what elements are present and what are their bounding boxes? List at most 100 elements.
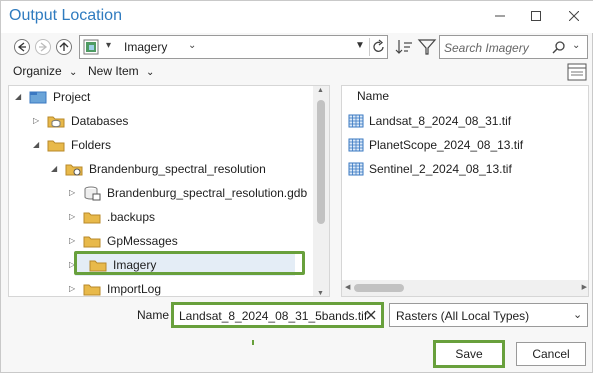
tree-item[interactable]: ◢ Brandenburg_spectral_resolution bbox=[9, 158, 309, 180]
back-button[interactable] bbox=[14, 39, 30, 55]
cancel-label: Cancel bbox=[532, 347, 570, 361]
marker-dot bbox=[252, 340, 254, 345]
close-button[interactable] bbox=[561, 5, 587, 27]
search-placeholder: Search Imagery bbox=[444, 41, 529, 55]
tree-item-icon bbox=[83, 185, 101, 201]
file-label: PlanetScope_2024_08_13.tif bbox=[369, 138, 524, 152]
tree-scroll-thumb[interactable] bbox=[317, 100, 325, 224]
file-label: Sentinel_2_2024_08_13.tif bbox=[369, 162, 512, 176]
tree-item[interactable]: ◢ Project bbox=[9, 86, 309, 108]
contents-scrollbar[interactable]: ◀ ▶ bbox=[342, 280, 588, 296]
address-bar[interactable]: ▾ Imagery ⌄ ▼ bbox=[79, 35, 388, 59]
file-type-select[interactable]: Rasters (All Local Types) ⌄ bbox=[389, 303, 588, 327]
details-panel-icon[interactable] bbox=[567, 63, 587, 81]
tree-item[interactable]: ▷ ImportLog bbox=[9, 278, 309, 296]
search-dropdown-icon[interactable]: ⌄ bbox=[572, 40, 580, 51]
address-item-chevron-icon[interactable]: ⌄ bbox=[188, 40, 196, 51]
tree-item[interactable]: ▷ Databases bbox=[9, 110, 309, 132]
minimize-button[interactable] bbox=[487, 5, 513, 27]
toolbar: Organize ⌄ New Item ⌄ bbox=[1, 63, 593, 83]
folder-icon bbox=[47, 140, 65, 152]
tree-item-label: GpMessages bbox=[107, 234, 178, 248]
sort-icon[interactable] bbox=[394, 37, 414, 57]
project-icon bbox=[29, 91, 47, 104]
tree-item[interactable]: ◢ Folders bbox=[9, 134, 309, 156]
tree-item-label: .backups bbox=[107, 210, 156, 224]
address-chevron-icon: ▾ bbox=[106, 40, 112, 51]
file-type-value: Rasters (All Local Types) bbox=[396, 309, 530, 323]
expand-icon[interactable]: ▷ bbox=[69, 188, 77, 198]
location-icon bbox=[83, 39, 99, 55]
collapse-icon[interactable]: ◢ bbox=[51, 164, 59, 174]
tree-item-label: Folders bbox=[71, 138, 112, 152]
name-column-header[interactable]: Name bbox=[357, 89, 389, 103]
filter-icon[interactable] bbox=[417, 37, 437, 57]
expand-icon[interactable]: ▷ bbox=[33, 116, 41, 126]
file-type-chevron-icon: ⌄ bbox=[573, 309, 583, 321]
refresh-icon[interactable] bbox=[372, 39, 386, 55]
list-item[interactable]: PlanetScope_2024_08_13.tif bbox=[348, 134, 578, 156]
folder-icon bbox=[83, 212, 101, 224]
tree-item-label: Project bbox=[53, 90, 91, 104]
title-bar: Output Location bbox=[1, 1, 593, 33]
expand-icon[interactable]: ▷ bbox=[69, 212, 77, 222]
name-field[interactable]: Landsat_8_2024_08_31_5bands.tif bbox=[171, 302, 384, 328]
up-button[interactable] bbox=[56, 39, 72, 55]
folder-connection-icon bbox=[65, 164, 83, 176]
list-item[interactable]: Landsat_8_2024_08_31.tif bbox=[348, 110, 578, 132]
contents-scroll-thumb[interactable] bbox=[354, 284, 404, 292]
database-folder-icon bbox=[47, 116, 65, 128]
tree-scrollbar[interactable]: ▲ ▼ bbox=[313, 86, 329, 296]
maximize-button[interactable] bbox=[523, 5, 549, 27]
organize-chevron-icon: ⌄ bbox=[69, 67, 78, 78]
tree-item[interactable]: ▷ GpMessages bbox=[9, 230, 309, 252]
file-label: Landsat_8_2024_08_31.tif bbox=[369, 114, 512, 128]
collapse-icon[interactable]: ◢ bbox=[15, 92, 23, 102]
scroll-left-icon[interactable]: ◀ bbox=[345, 283, 350, 291]
arrow-right-icon bbox=[39, 42, 48, 52]
scroll-up-icon[interactable]: ▲ bbox=[317, 87, 324, 94]
minimize-icon bbox=[495, 15, 505, 17]
clear-icon[interactable] bbox=[366, 310, 376, 320]
raster-icon bbox=[348, 162, 364, 176]
name-label: Name bbox=[137, 308, 170, 322]
collapse-icon[interactable]: ◢ bbox=[33, 140, 41, 150]
folder-icon bbox=[83, 236, 101, 248]
tree-item-icon bbox=[65, 161, 83, 177]
list-item[interactable]: Sentinel_2_2024_08_13.tif bbox=[348, 158, 578, 180]
raster-icon bbox=[348, 114, 364, 128]
output-location-dialog: Output Location ▾ Imagery ⌄ ▼ Search Ima… bbox=[0, 0, 593, 373]
tree-item-icon bbox=[83, 281, 101, 296]
forward-button[interactable] bbox=[35, 39, 51, 55]
new-item-menu[interactable]: New Item ⌄ bbox=[88, 64, 154, 78]
tree-item-icon bbox=[47, 113, 65, 129]
dialog-title: Output Location bbox=[9, 7, 122, 24]
save-label: Save bbox=[455, 347, 483, 361]
cancel-button[interactable]: Cancel bbox=[516, 342, 586, 366]
organize-label: Organize bbox=[13, 64, 62, 78]
organize-menu[interactable]: Organize ⌄ bbox=[13, 64, 77, 78]
address-text: Imagery bbox=[124, 40, 168, 54]
new-item-label: New Item bbox=[88, 64, 139, 78]
name-field-value: Landsat_8_2024_08_31_5bands.tif bbox=[179, 309, 368, 323]
search-input[interactable]: Search Imagery ⌄ bbox=[439, 35, 588, 59]
tree-item-label: Brandenburg_spectral_resolution bbox=[89, 162, 266, 176]
tree-item[interactable]: ▷ Brandenburg_spectral_resolution.gdb bbox=[9, 182, 309, 204]
search-icon[interactable] bbox=[552, 40, 566, 54]
scroll-down-icon[interactable]: ▼ bbox=[317, 290, 324, 296]
folder-icon bbox=[83, 284, 101, 296]
geodatabase-icon bbox=[84, 186, 101, 201]
tree-item-label: Brandenburg_spectral_resolution.gdb bbox=[107, 186, 308, 200]
tree-item-label: Databases bbox=[71, 114, 129, 128]
save-button[interactable]: Save bbox=[433, 340, 505, 368]
tree-item[interactable]: ▷ .backups bbox=[9, 206, 309, 228]
expand-icon[interactable]: ▷ bbox=[69, 236, 77, 246]
tree-item-icon bbox=[29, 89, 47, 105]
close-icon bbox=[569, 11, 579, 21]
new-item-chevron-icon: ⌄ bbox=[146, 67, 155, 78]
address-dropdown-icon[interactable]: ▼ bbox=[355, 40, 365, 51]
scroll-right-icon[interactable]: ▶ bbox=[582, 283, 587, 291]
expand-icon[interactable]: ▷ bbox=[69, 284, 77, 294]
raster-icon bbox=[348, 138, 364, 152]
tree-item-label: ImportLog bbox=[107, 282, 162, 296]
